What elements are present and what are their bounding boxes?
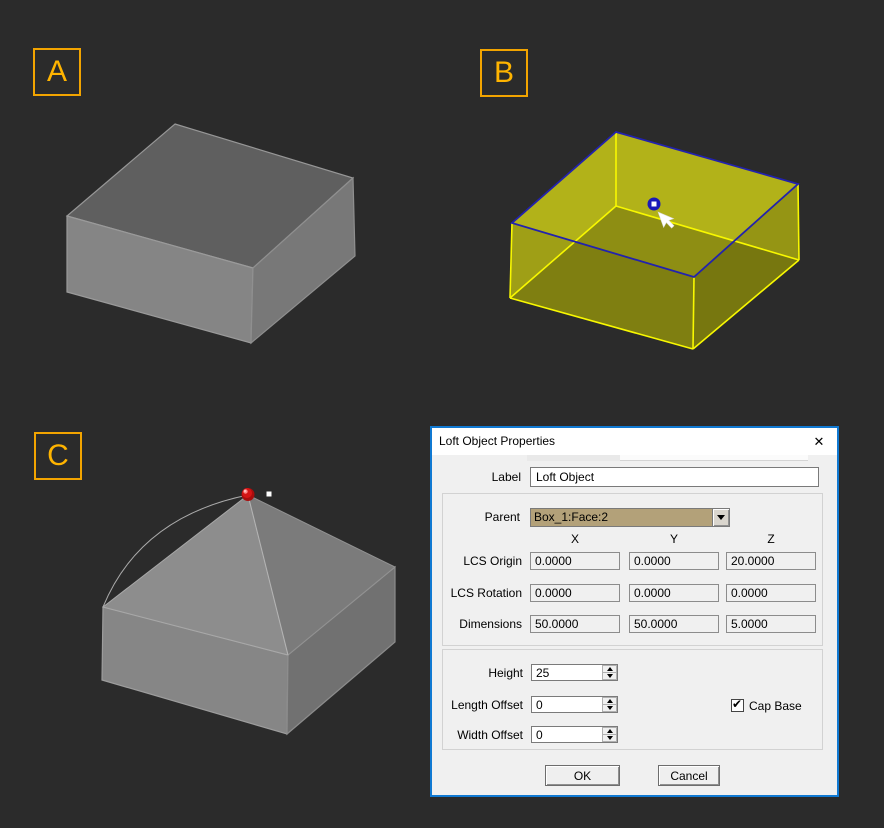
dimensions-x: 50.0000	[530, 615, 620, 633]
app-canvas: { "scene": { "background_color": "#2b2b2…	[0, 0, 884, 828]
parent-combobox[interactable]: Box_1:Face:2	[530, 508, 730, 527]
length-offset-spinner[interactable]	[531, 696, 618, 713]
axis-header-z: Z	[767, 532, 775, 546]
spin-down-icon	[606, 674, 613, 678]
panel-label-c-letter: C	[47, 439, 69, 472]
checkmark-icon: ✔	[732, 697, 743, 711]
spin-down-icon	[606, 736, 613, 740]
lcs-origin-z: 20.0000	[726, 552, 816, 570]
width-offset-caption: Width Offset	[457, 728, 523, 742]
loft-apex-handle[interactable]	[241, 488, 255, 501]
panel-label-b-letter: B	[493, 56, 514, 89]
loft-params-group-box: Height Length Offset Width Offset	[442, 649, 823, 750]
dialog-title: Loft Object Properties	[439, 434, 556, 448]
width-offset-spin-up-button[interactable]	[602, 727, 617, 735]
overlap-artifact-left	[527, 455, 620, 461]
parent-field-caption: Parent	[484, 510, 520, 524]
parent-combobox-value: Box_1:Face:2	[534, 510, 609, 524]
lcs-origin-caption: LCS Origin	[463, 554, 522, 568]
axis-header-y: Y	[669, 532, 678, 546]
ok-button[interactable]: OK	[545, 765, 620, 786]
panel-label-b: B	[480, 49, 528, 97]
loft-object-properties-dialog: Loft Object Properties ✕ Label Parent Bo…	[430, 426, 839, 797]
length-offset-spin-down-button[interactable]	[602, 705, 617, 712]
face-selection-marker[interactable]	[647, 197, 661, 211]
spin-up-icon	[606, 699, 613, 703]
width-offset-spinner[interactable]	[531, 726, 618, 743]
apex-anchor-dot	[266, 491, 272, 497]
dialog-titlebar[interactable]: Loft Object Properties ✕	[432, 428, 837, 455]
panel-label-a-letter: A	[46, 55, 67, 88]
lcs-rotation-x: 0.0000	[530, 584, 620, 602]
dimensions-caption: Dimensions	[459, 617, 522, 631]
dimensions-y: 50.0000	[629, 615, 719, 633]
close-button[interactable]: ✕	[807, 432, 831, 451]
cancel-button-label: Cancel	[670, 768, 708, 783]
height-spin-down-button[interactable]	[602, 673, 617, 680]
overlap-artifact-right	[620, 455, 808, 461]
height-spinner[interactable]	[531, 664, 618, 681]
cancel-button[interactable]: Cancel	[658, 765, 720, 786]
label-input[interactable]	[530, 467, 819, 487]
length-offset-input[interactable]	[532, 697, 602, 712]
height-spin-up-button[interactable]	[602, 665, 617, 673]
ok-button-label: OK	[573, 768, 592, 783]
width-offset-spin-down-button[interactable]	[602, 735, 617, 742]
box-b-selected[interactable]	[509, 131, 800, 350]
panel-label-a: A	[33, 48, 81, 96]
box-a[interactable]	[65, 123, 356, 345]
lcs-origin-y: 0.0000	[629, 552, 719, 570]
parent-combobox-dropdown-button[interactable]	[712, 509, 729, 526]
cap-base-caption: Cap Base	[749, 699, 802, 713]
lcs-rotation-y: 0.0000	[629, 584, 719, 602]
spin-up-icon	[606, 667, 613, 671]
panel-label-c: C	[34, 432, 82, 480]
dropdown-arrow-icon	[717, 515, 725, 520]
axis-header-x: X	[570, 532, 579, 546]
lcs-rotation-caption: LCS Rotation	[450, 586, 522, 600]
lcs-group-box: Parent Box_1:Face:2 X Y Z LCS Origin 0.0…	[442, 493, 823, 646]
close-icon: ✕	[813, 433, 825, 449]
height-caption: Height	[488, 666, 523, 680]
lcs-origin-x: 0.0000	[530, 552, 620, 570]
lcs-rotation-z: 0.0000	[726, 584, 816, 602]
length-offset-spin-up-button[interactable]	[602, 697, 617, 705]
spin-up-icon	[606, 729, 613, 733]
box-c-with-loft[interactable]	[101, 488, 396, 736]
height-input[interactable]	[532, 665, 602, 680]
width-offset-input[interactable]	[532, 727, 602, 742]
length-offset-caption: Length Offset	[451, 698, 523, 712]
spin-down-icon	[606, 706, 613, 710]
dimensions-z: 5.0000	[726, 615, 816, 633]
label-field-caption: Label	[491, 470, 521, 484]
cap-base-checkbox[interactable]: ✔	[731, 697, 744, 712]
